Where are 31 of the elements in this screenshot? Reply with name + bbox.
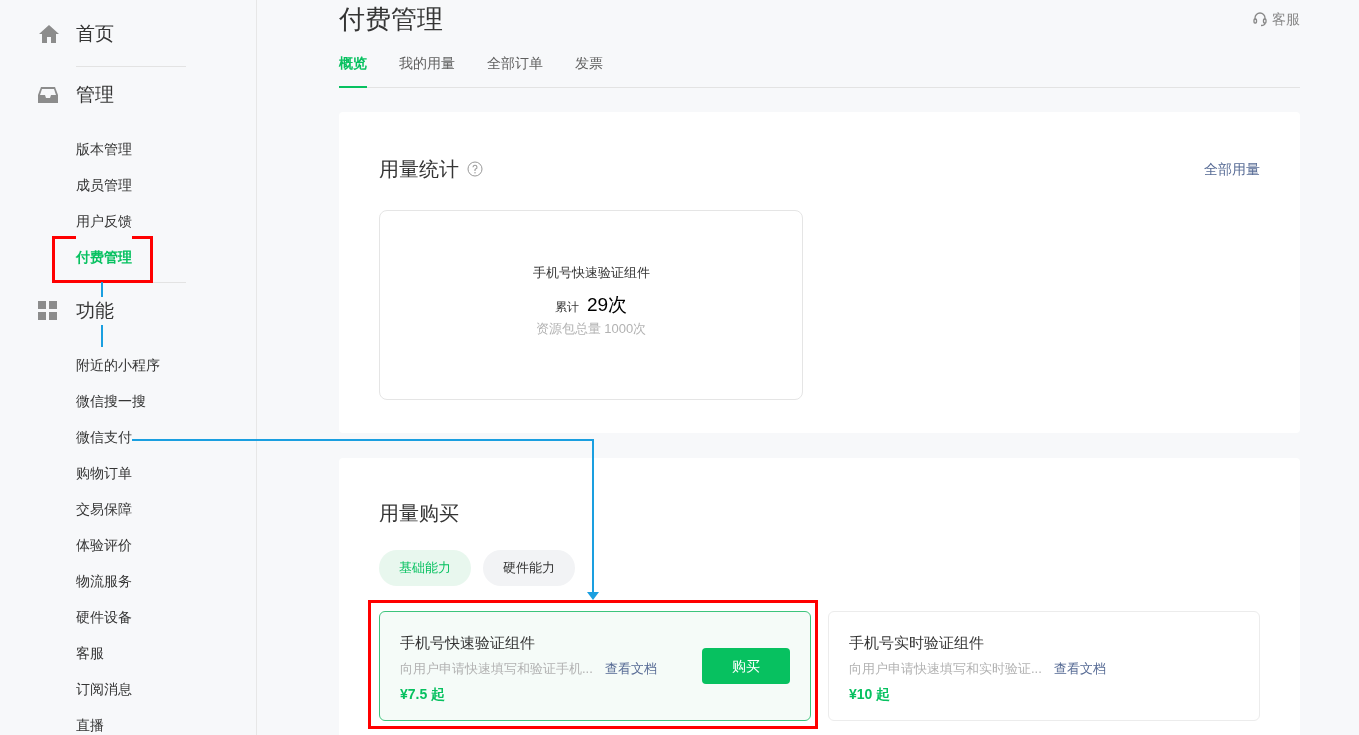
quota-text: 资源包总量 1000次 (535, 320, 647, 338)
nav-item[interactable]: 附近的小程序 (76, 347, 160, 383)
nav-section[interactable]: 功能 (76, 296, 114, 326)
support-link[interactable]: 客服 (1252, 8, 1300, 30)
product-description: 向用户申请快速填写和实时验证... (849, 659, 1042, 678)
product-card[interactable]: 手机号快速验证组件 向用户申请快速填写和验证手机... 查看文档 ¥7.5 起 购买 (379, 611, 811, 721)
product-name: 手机号快速验证组件 (400, 633, 536, 653)
product-name: 手机号实时验证组件 (849, 633, 985, 653)
section-title: 用量统计 (379, 157, 459, 182)
product-price: ¥7.5 起 (400, 685, 447, 704)
grid-icon (38, 301, 58, 321)
tab[interactable]: 我的用量 (399, 53, 455, 88)
product-card[interactable]: 手机号实时验证组件 向用户申请快速填写和实时验证... 查看文档 ¥10 起 (828, 611, 1260, 721)
product-description: 向用户申请快速填写和验证手机... (400, 659, 593, 678)
page-title: 付费管理 (339, 6, 443, 32)
total-label: 累计 (554, 298, 579, 316)
product-price: ¥10 起 (849, 685, 892, 704)
inbox-icon (38, 86, 58, 104)
filter-pill[interactable]: 硬件能力 (483, 550, 575, 586)
all-usage-link[interactable]: 全部用量 (1204, 158, 1260, 180)
tab[interactable]: 发票 (575, 53, 603, 88)
nav-item[interactable]: 微信搜一搜 (76, 383, 146, 419)
component-name: 手机号快速验证组件 (532, 264, 650, 282)
total-count: 29次 (586, 292, 628, 317)
doc-link[interactable]: 查看文档 (604, 658, 657, 678)
tab[interactable]: 全部订单 (487, 53, 543, 88)
doc-link[interactable]: 查看文档 (1053, 658, 1106, 678)
help-icon (467, 161, 483, 177)
section-title: 用量购买 (379, 501, 460, 526)
headset-icon (1252, 11, 1268, 27)
home-icon (38, 24, 60, 44)
